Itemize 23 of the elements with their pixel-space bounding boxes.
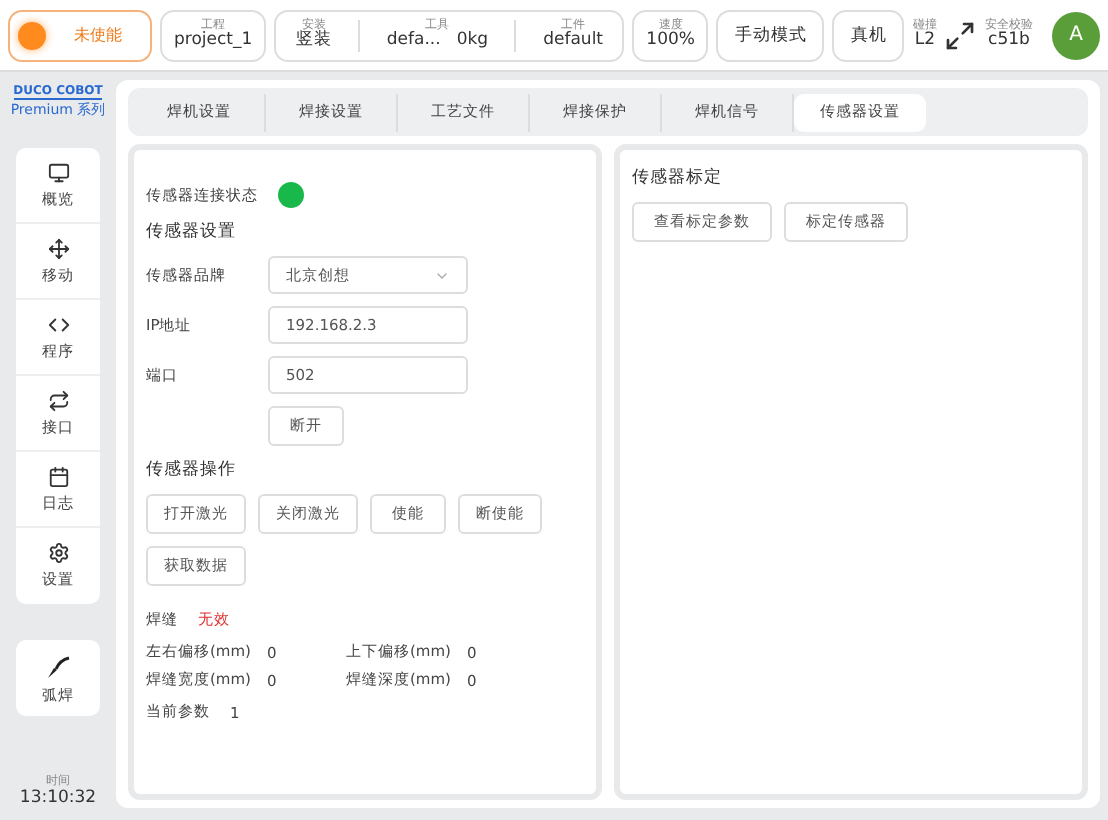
- status-value: project_1: [174, 32, 253, 51]
- section-title: 传感器标定: [632, 166, 724, 190]
- collision-value: L2: [914, 32, 936, 51]
- code-icon: [47, 313, 69, 335]
- status-value: 0kg: [456, 32, 489, 51]
- fullscreen-icon[interactable]: [944, 19, 977, 51]
- status-value: default: [543, 32, 604, 51]
- section-title: 传感器操作: [146, 458, 238, 482]
- settings-icon: [47, 542, 69, 564]
- mode-button[interactable]: 手动模式: [716, 9, 825, 61]
- calendar-icon: [47, 465, 69, 487]
- mode-button[interactable]: 真机: [832, 9, 905, 61]
- status-value: defa...: [386, 32, 441, 51]
- repeat-icon: [47, 389, 69, 411]
- section-title: 传感器设置: [146, 220, 238, 244]
- clock-time: 13:10:32: [19, 789, 97, 808]
- status-value: 竖装: [295, 32, 332, 51]
- welding-torch-icon: [44, 651, 72, 679]
- status-value: 100%: [646, 32, 695, 51]
- move-icon: [47, 237, 69, 259]
- monitor-icon: [47, 161, 69, 183]
- status-light-icon: [18, 21, 46, 49]
- safety-value: c51b: [988, 32, 1030, 51]
